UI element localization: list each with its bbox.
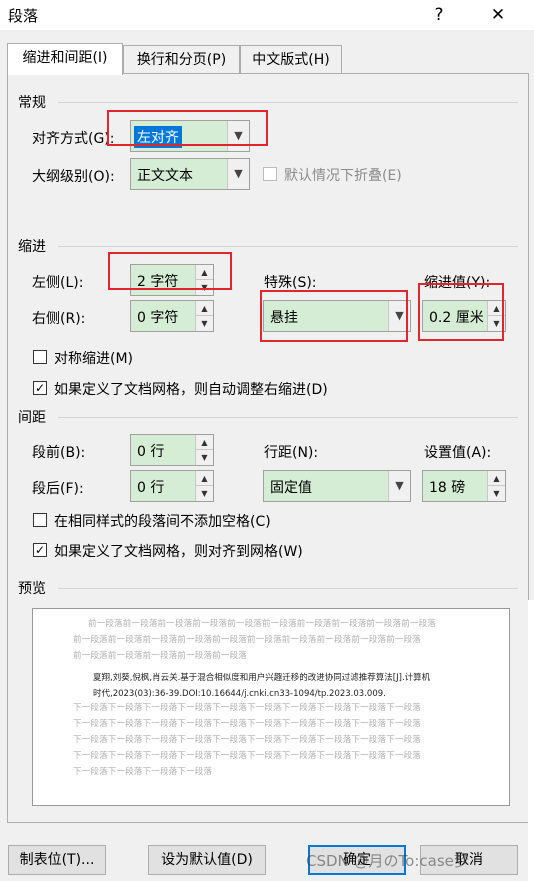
left-indent-label: 左侧(L):	[32, 275, 84, 291]
arrow-down-icon[interactable]: ▼	[488, 316, 505, 331]
outline-level-value: 正文文本	[137, 168, 193, 184]
arrow-down-icon[interactable]: ▼	[196, 316, 213, 331]
preview-next-line: 下一段落下一段落下一段落下一段落下一段落下一段落下一段落下一段落下一段落下一段落	[73, 751, 422, 761]
stepper-buttons: ▲ ▼	[487, 301, 505, 331]
arrow-up-icon[interactable]: ▲	[196, 301, 213, 316]
divider	[58, 102, 518, 103]
stepper-buttons: ▲ ▼	[195, 471, 213, 501]
divider	[58, 417, 518, 418]
preview-heading: 预览	[18, 581, 46, 597]
dialog-title: 段落	[8, 7, 39, 25]
chevron-down-icon: ▼	[227, 121, 249, 151]
chevron-down-icon: ▼	[227, 159, 249, 189]
checkmark-icon: ✓	[34, 381, 46, 395]
alignment-select[interactable]: 左对齐 ▼	[130, 120, 250, 152]
preview-prev-line: 前一段落前一段落前一段落前一段落前一段落前一段落前一段落前一段落前一段落前一段落	[88, 619, 437, 629]
tab-line-page-breaks[interactable]: 换行和分页(P)	[123, 45, 240, 75]
auto-adjust-checkbox[interactable]: ✓	[33, 381, 47, 395]
title-bar: 段落 ? ✕	[0, 0, 534, 30]
indent-heading: 缩进	[18, 239, 46, 255]
special-select[interactable]: 悬挂 ▼	[263, 300, 411, 332]
at-label: 设置值(A):	[424, 445, 492, 461]
space-before-value: 0 行	[137, 444, 165, 460]
no-space-same-style-label: 在相同样式的段落间不添加空格(C)	[54, 514, 271, 530]
indent-by-stepper[interactable]: 0.2 厘米 ▲ ▼	[422, 300, 506, 332]
tab-label: 换行和分页(P)	[136, 52, 227, 68]
stepper-buttons: ▲ ▼	[195, 435, 213, 465]
alignment-label: 对齐方式(G):	[32, 131, 115, 147]
left-indent-value: 2 字符	[137, 274, 179, 290]
stepper-buttons: ▲ ▼	[487, 471, 505, 501]
stepper-buttons: ▲ ▼	[195, 301, 213, 331]
tab-indents-spacing[interactable]: 缩进和间距(I)	[7, 43, 123, 75]
left-indent-stepper[interactable]: 2 字符 ▲ ▼	[130, 264, 214, 296]
arrow-down-icon[interactable]: ▼	[196, 450, 213, 465]
spacing-heading: 间距	[18, 410, 46, 426]
preview-current-line: 夏翔,刘葵,倪枫,肖云关.基于混合相似度和用户兴趣迁移的改进协同过滤推荐算法[J…	[93, 673, 431, 683]
right-indent-value: 0 字符	[137, 310, 179, 326]
tab-label: 缩进和间距(I)	[22, 50, 108, 66]
watermark: CSDN @月のTo:case梦	[306, 852, 469, 870]
space-after-label: 段后(F):	[32, 481, 84, 497]
alignment-value: 左对齐	[134, 126, 182, 148]
space-after-stepper[interactable]: 0 行 ▲ ▼	[130, 470, 214, 502]
preview-next-line: 下一段落下一段落下一段落下一段落下一段落下一段落下一段落下一段落下一段落下一段落	[73, 735, 422, 745]
no-space-same-style-checkbox[interactable]	[33, 513, 47, 527]
tab-label: 中文版式(H)	[252, 52, 330, 68]
divider	[58, 588, 518, 589]
arrow-down-icon[interactable]: ▼	[196, 486, 213, 501]
tab-asian-typography[interactable]: 中文版式(H)	[240, 45, 342, 75]
mirror-indents-label: 对称缩进(M)	[54, 351, 134, 367]
preview-pane: 前一段落前一段落前一段落前一段落前一段落前一段落前一段落前一段落前一段落前一段落…	[32, 608, 510, 806]
line-spacing-select[interactable]: 固定值 ▼	[263, 470, 411, 502]
general-heading: 常规	[18, 95, 46, 111]
collapse-checkbox[interactable]	[263, 167, 277, 181]
auto-adjust-label: 如果定义了文档网格，则自动调整右缩进(D)	[54, 382, 328, 398]
snap-to-grid-label: 如果定义了文档网格，则对齐到网格(W)	[54, 544, 303, 560]
outline-level-select[interactable]: 正文文本 ▼	[130, 158, 250, 190]
indent-by-label: 缩进值(Y):	[424, 275, 491, 291]
preview-next-line: 下一段落下一段落下一段落下一段落下一段落下一段落下一段落下一段落下一段落下一段落	[73, 703, 422, 713]
at-stepper[interactable]: 18 磅 ▲ ▼	[422, 470, 506, 502]
right-indent-stepper[interactable]: 0 字符 ▲ ▼	[130, 300, 214, 332]
tabs-button[interactable]: 制表位(T)...	[8, 845, 106, 875]
outline-level-label: 大纲级别(O):	[32, 169, 115, 185]
preview-prev-line: 前一段落前一段落前一段落前一段落前一段落	[73, 651, 248, 661]
arrow-up-icon[interactable]: ▲	[196, 265, 213, 280]
mirror-indents-checkbox[interactable]	[33, 350, 47, 364]
right-indent-label: 右侧(R):	[32, 311, 86, 327]
collapse-label: 默认情况下折叠(E)	[284, 168, 402, 184]
set-default-button[interactable]: 设为默认值(D)	[148, 845, 266, 875]
snap-to-grid-checkbox[interactable]: ✓	[33, 543, 47, 557]
preview-next-line: 下一段落下一段落下一段落下一段落下一段落下一段落下一段落下一段落下一段落下一段落	[73, 719, 422, 729]
space-before-stepper[interactable]: 0 行 ▲ ▼	[130, 434, 214, 466]
background-document-edge	[528, 600, 534, 881]
close-icon[interactable]: ✕	[485, 3, 511, 27]
help-icon[interactable]: ?	[426, 3, 452, 27]
divider	[58, 246, 518, 247]
arrow-up-icon[interactable]: ▲	[488, 471, 505, 486]
preview-next-line: 下一段落下一段落下一段落下一段落	[73, 767, 213, 777]
arrow-up-icon[interactable]: ▲	[196, 435, 213, 450]
chevron-down-icon: ▼	[388, 471, 410, 501]
line-spacing-value: 固定值	[270, 480, 312, 496]
special-value: 悬挂	[270, 310, 298, 326]
special-label: 特殊(S):	[264, 275, 317, 291]
arrow-down-icon[interactable]: ▼	[488, 486, 505, 501]
arrow-up-icon[interactable]: ▲	[488, 301, 505, 316]
preview-current-line: 时代,2023(03):36-39.DOI:10.16644/j.cnki.cn…	[93, 689, 386, 699]
at-value: 18 磅	[429, 480, 466, 496]
chevron-down-icon: ▼	[388, 301, 410, 331]
space-before-label: 段前(B):	[32, 445, 86, 461]
preview-prev-line: 前一段落前一段落前一段落前一段落前一段落前一段落前一段落前一段落前一段落前一段落	[73, 635, 422, 645]
arrow-down-icon[interactable]: ▼	[196, 280, 213, 295]
space-after-value: 0 行	[137, 480, 165, 496]
indent-by-value: 0.2 厘米	[429, 310, 484, 326]
checkmark-icon: ✓	[34, 543, 46, 557]
line-spacing-label: 行距(N):	[264, 445, 319, 461]
stepper-buttons: ▲ ▼	[195, 265, 213, 295]
arrow-up-icon[interactable]: ▲	[196, 471, 213, 486]
